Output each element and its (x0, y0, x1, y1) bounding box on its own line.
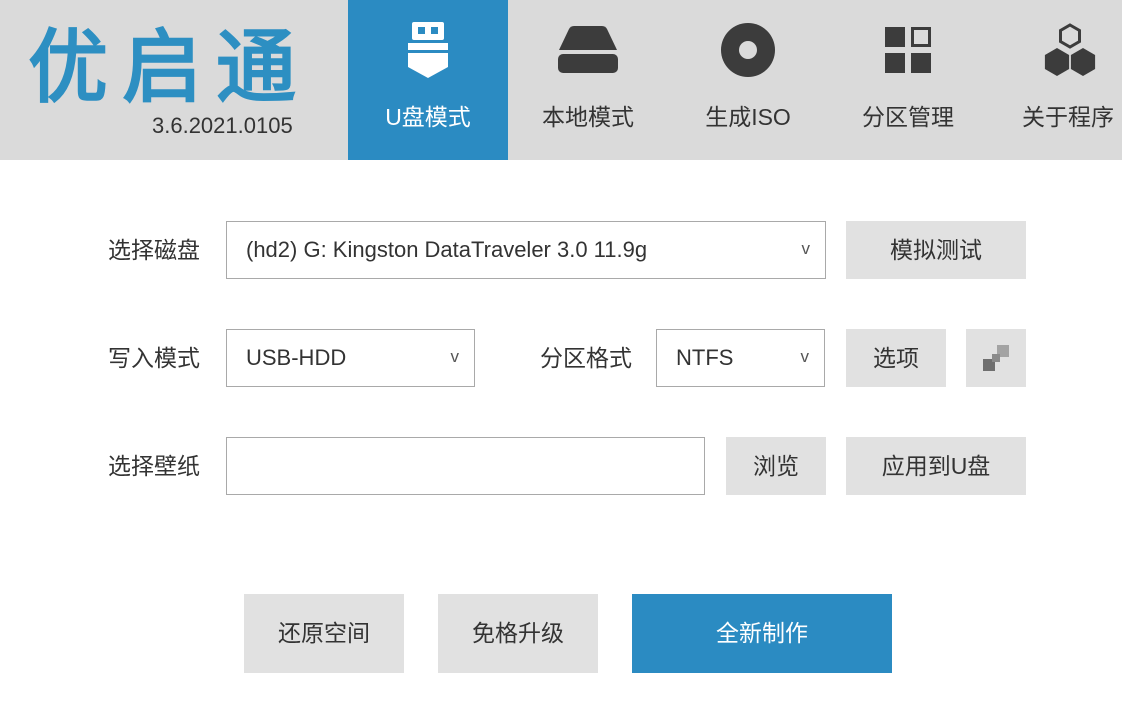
restore-space-button[interactable]: 还原空间 (244, 594, 404, 673)
partition-format-value: NTFS (676, 345, 734, 370)
tab-local-mode[interactable]: 本地模式 (508, 0, 668, 160)
tab-u-disk-mode[interactable]: U盘模式 (348, 0, 508, 160)
write-mode-label: 写入模式 (108, 345, 200, 371)
disk-select-value: (hd2) G: Kingston DataTraveler 3.0 11.9g (246, 237, 648, 262)
partition-format-label: 分区格式 (540, 345, 632, 371)
partition-format-select[interactable]: NTFS v (656, 329, 825, 387)
write-mode-value: USB-HDD (246, 345, 347, 370)
apply-to-usb-button[interactable]: 应用到U盘 (846, 437, 1026, 495)
disc-icon (716, 20, 780, 80)
tab-label: U盘模式 (385, 104, 471, 130)
browse-button[interactable]: 浏览 (726, 437, 826, 495)
disk-select[interactable]: (hd2) G: Kingston DataTraveler 3.0 11.9g… (226, 221, 826, 279)
pixel-squares-icon (966, 329, 1026, 387)
app-version: 3.6.2021.0105 (152, 113, 293, 138)
chevron-down-icon: v (801, 239, 811, 258)
tab-label: 生成ISO (705, 104, 791, 130)
tab-generate-iso[interactable]: 生成ISO (668, 0, 828, 160)
format-free-upgrade-button[interactable]: 免格升级 (438, 594, 598, 673)
chevron-down-icon: v (450, 347, 460, 366)
partition-grid-icon (876, 20, 940, 80)
hexagons-icon (1038, 20, 1102, 80)
tab-about[interactable]: 关于程序 (988, 0, 1122, 160)
wallpaper-label: 选择壁纸 (108, 453, 200, 479)
fresh-create-button[interactable]: 全新制作 (632, 594, 892, 673)
tab-label: 关于程序 (1022, 104, 1114, 130)
write-mode-select[interactable]: USB-HDD v (226, 329, 475, 387)
usb-drive-icon (396, 20, 460, 80)
tab-partition-manager[interactable]: 分区管理 (828, 0, 988, 160)
tab-label: 分区管理 (862, 104, 954, 130)
disk-label: 选择磁盘 (108, 237, 200, 263)
tab-label: 本地模式 (542, 104, 634, 130)
simulate-test-button[interactable]: 模拟测试 (846, 221, 1026, 279)
extra-settings-button[interactable] (966, 329, 1026, 387)
wallpaper-path-input[interactable] (226, 437, 705, 495)
chevron-down-icon: v (800, 347, 810, 366)
options-button[interactable]: 选项 (846, 329, 946, 387)
header-bar: 优启通 3.6.2021.0105 U盘模式 本地模式 生成ISO 分区管理 关… (0, 0, 1122, 160)
hard-disk-icon (556, 20, 620, 80)
app-logo: 优启通 (28, 23, 310, 112)
